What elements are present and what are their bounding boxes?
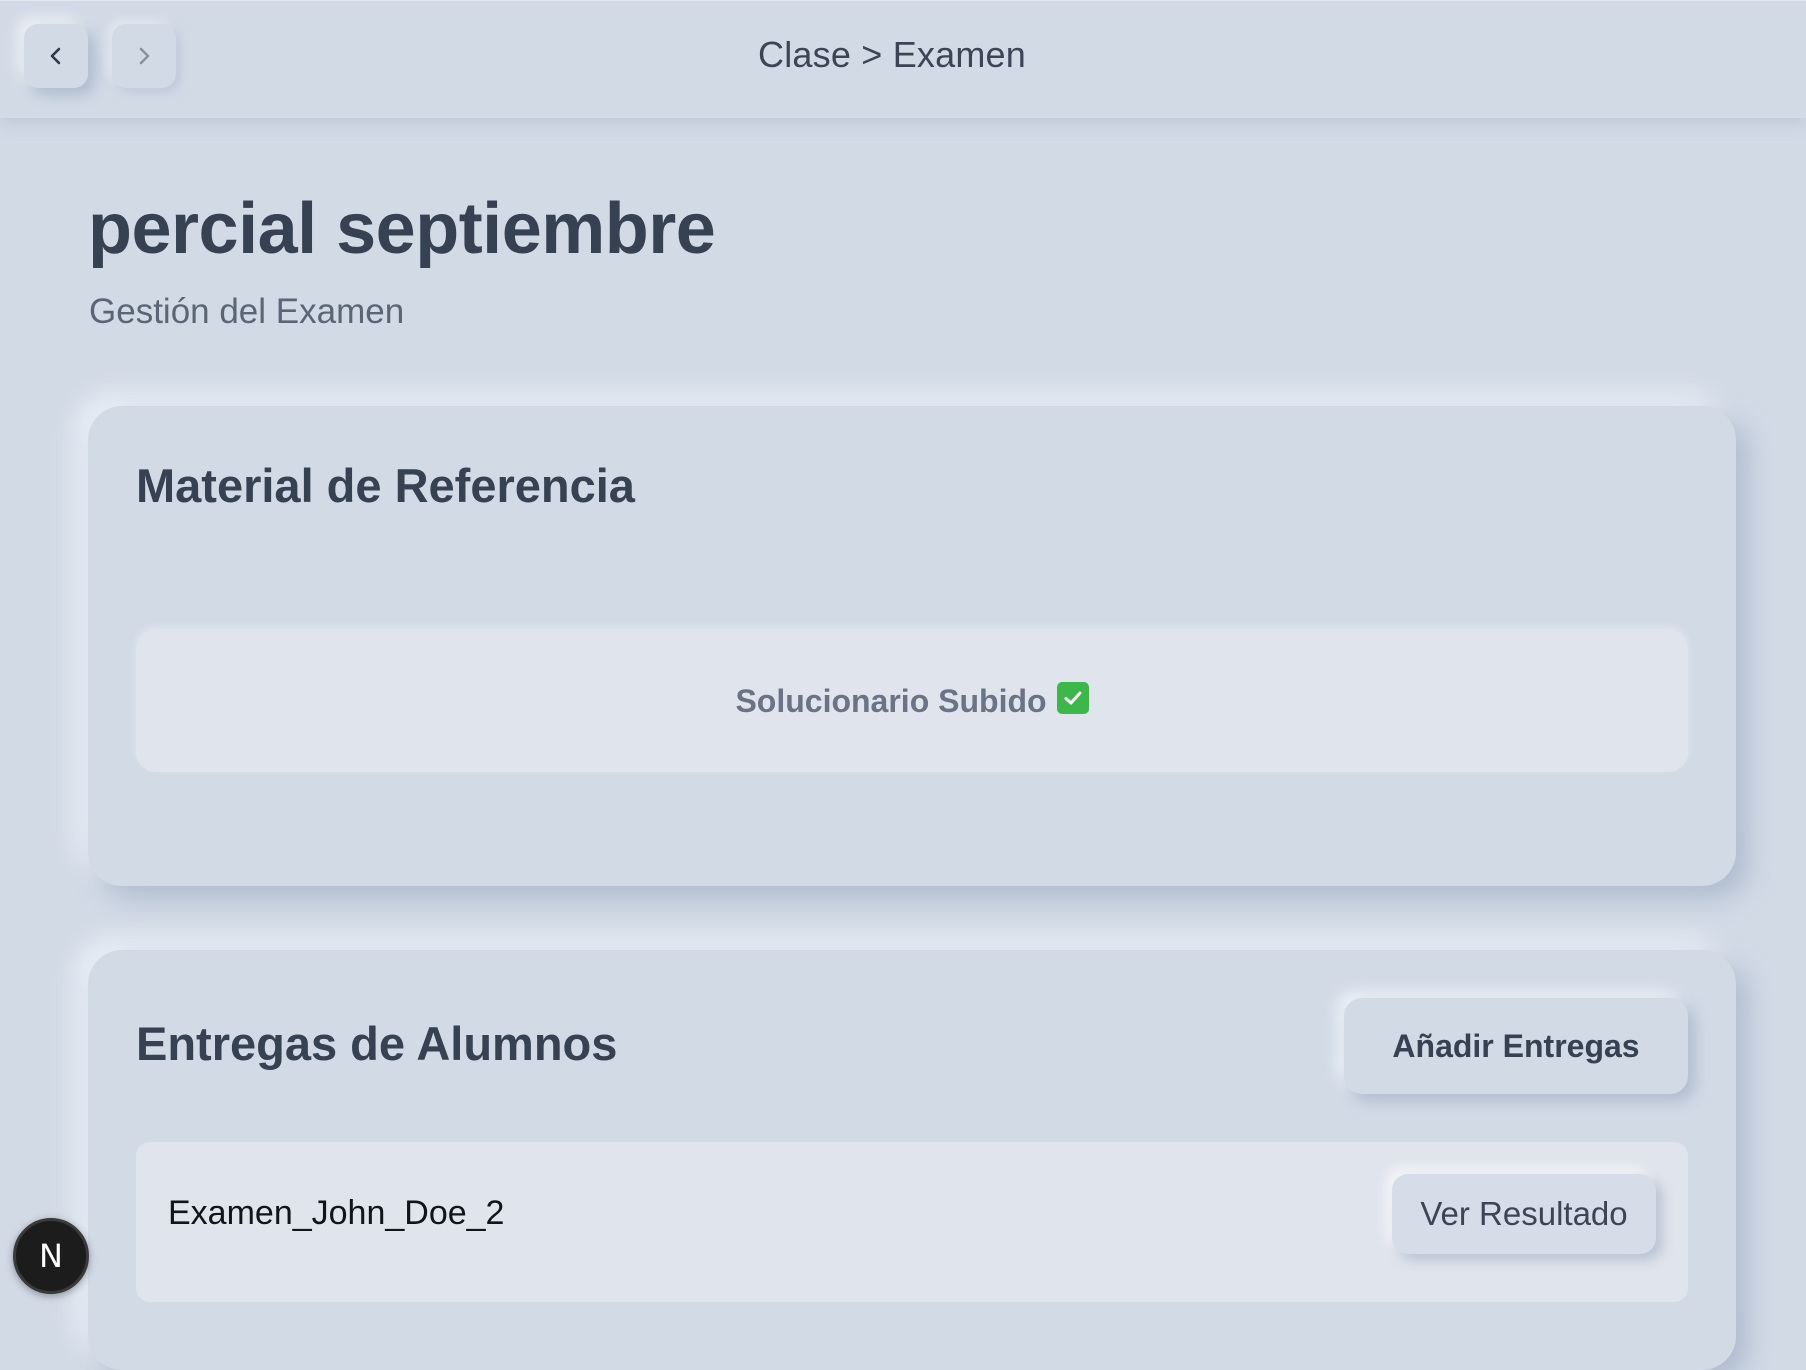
top-bar: Clase > Examen: [0, 0, 1806, 118]
status-text: Solucionario Subido: [735, 682, 1047, 719]
student-submissions-card: Entregas de Alumnos Añadir Entregas Exam…: [88, 950, 1736, 1370]
check-mark-icon: [1056, 682, 1089, 714]
submission-name: Examen_John_Doe_2: [168, 1194, 505, 1232]
breadcrumb: Clase > Examen: [758, 34, 1026, 75]
submissions-card-title: Entregas de Alumnos: [136, 1017, 618, 1070]
list-item: Examen_John_Doe_2 Ver Resultado: [136, 1142, 1688, 1302]
page-subtitle: Gestión del Examen: [89, 292, 405, 331]
solution-upload-status: Solucionario Subido: [136, 630, 1688, 772]
badge-letter: N: [39, 1237, 63, 1275]
view-result-button[interactable]: Ver Resultado: [1392, 1174, 1656, 1254]
add-submissions-button[interactable]: Añadir Entregas: [1344, 998, 1688, 1094]
reference-card-title: Material de Referencia: [136, 459, 635, 512]
reference-material-card: Material de Referencia Solucionario Subi…: [88, 406, 1736, 886]
page-title: percial septiembre: [88, 189, 716, 269]
dev-tools-badge[interactable]: N: [13, 1218, 89, 1294]
